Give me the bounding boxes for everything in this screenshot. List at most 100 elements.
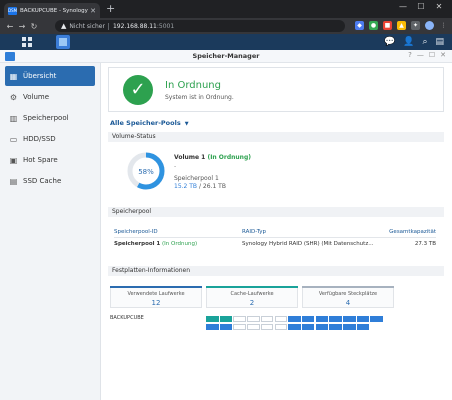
stat-value: 12 bbox=[151, 299, 161, 307]
window-title: Speicher-Manager bbox=[192, 52, 260, 60]
sidebar-item-hdd-ssd[interactable]: ▭ HDD/SSD bbox=[5, 129, 95, 149]
sidebar: ▦ Übersicht ⚙ Volume ▥ Speicherpool ▭ HD… bbox=[0, 63, 101, 400]
drive-bay-empty[interactable] bbox=[260, 323, 274, 330]
drive-bay-cache[interactable] bbox=[206, 316, 219, 322]
maximize-window-icon[interactable]: ☐ bbox=[429, 51, 435, 59]
volume-name-text: Volume 1 bbox=[174, 154, 206, 161]
stat-label: Verwendete Laufwerke bbox=[127, 291, 185, 297]
drive-bay-empty[interactable] bbox=[274, 323, 287, 330]
volume-used: 15.2 TB bbox=[174, 183, 198, 190]
main-content: ✓ In Ordnung System ist in Ordnung. Alle… bbox=[104, 63, 448, 400]
drive-bay-used[interactable] bbox=[315, 316, 329, 322]
volume-icon: ⚙ bbox=[9, 92, 18, 102]
close-app-icon[interactable]: ✕ bbox=[440, 51, 446, 59]
sidebar-item-label: SSD Cache bbox=[23, 177, 62, 185]
sidebar-item-hot-spare[interactable]: ▣ Hot Spare bbox=[5, 150, 95, 170]
drive-bay-used[interactable] bbox=[356, 316, 370, 322]
extension-icon[interactable]: ■ bbox=[383, 21, 392, 30]
drive-bay-empty[interactable] bbox=[274, 316, 287, 322]
browser-tab[interactable]: DSM BACKUPCUBE - Synology DiskSt ✕ bbox=[4, 3, 100, 18]
disk-stats: Verwendete Laufwerke 12 Cache-Laufwerke … bbox=[110, 286, 436, 308]
sidebar-item-ssd-cache[interactable]: ▤ SSD Cache bbox=[5, 171, 95, 191]
window-controls: — ☐ ✕ bbox=[394, 2, 448, 11]
address-bar[interactable]: ▲ Nicht sicher 192.168.88.11 :5001 bbox=[55, 20, 345, 32]
sidebar-item-overview[interactable]: ▦ Übersicht bbox=[5, 66, 95, 86]
stat-value: 2 bbox=[249, 299, 255, 307]
extension-icon[interactable]: ◆ bbox=[355, 21, 364, 30]
sidebar-item-label: Hot Spare bbox=[23, 156, 58, 164]
extensions-puzzle-icon[interactable]: ✦ bbox=[411, 21, 420, 30]
drive-bay-empty[interactable] bbox=[260, 316, 274, 322]
user-icon[interactable]: 👤 bbox=[403, 36, 414, 48]
pool-filter-label: Alle Speicher-Pools bbox=[110, 119, 181, 127]
drive-bay-used[interactable] bbox=[343, 323, 356, 330]
drive-bay-used[interactable] bbox=[329, 316, 342, 322]
search-icon[interactable]: ⌕ bbox=[422, 36, 427, 48]
drive-bay-used[interactable] bbox=[315, 323, 329, 330]
new-tab-icon[interactable]: + bbox=[106, 3, 115, 15]
drive-bay-used[interactable] bbox=[219, 323, 233, 330]
volume-usage-ring: 58% bbox=[127, 152, 165, 190]
drive-bay-cache[interactable] bbox=[219, 316, 233, 322]
storage-manager-taskbar-icon[interactable] bbox=[56, 35, 70, 49]
help-icon[interactable]: ? bbox=[408, 51, 412, 59]
pool-filter-dropdown[interactable]: Alle Speicher-Pools ▼ bbox=[110, 119, 189, 127]
drive-bay-empty[interactable] bbox=[247, 323, 260, 330]
main-menu-icon[interactable] bbox=[22, 37, 32, 47]
volume-pool: Speicherpool 1 bbox=[174, 175, 219, 182]
profile-avatar-icon[interactable] bbox=[425, 21, 434, 30]
nas-name: BACKUPCUBE bbox=[110, 315, 144, 321]
stat-value: 4 bbox=[345, 299, 351, 307]
volume-size: 15.2 TB / 26.1 TB bbox=[174, 183, 226, 190]
pool-name: Speicherpool 1 bbox=[114, 241, 161, 247]
used-drives-card[interactable]: Verwendete Laufwerke 12 bbox=[110, 286, 202, 308]
drive-bay-used[interactable] bbox=[288, 323, 301, 330]
minimize-window-icon[interactable]: — bbox=[417, 51, 424, 59]
hot-spare-icon: ▣ bbox=[9, 155, 18, 165]
drive-bay-used[interactable] bbox=[301, 316, 315, 322]
volume-name[interactable]: Volume 1 (In Ordnung) bbox=[174, 154, 251, 161]
widgets-icon[interactable]: ▤ bbox=[435, 36, 444, 48]
system-status-panel: ✓ In Ordnung System ist in Ordnung. bbox=[108, 67, 444, 112]
extension-icons: ◆ ● ■ ▲ ✦ ⋮ bbox=[355, 21, 448, 30]
sidebar-item-volume[interactable]: ⚙ Volume bbox=[5, 87, 95, 107]
drive-bay-used[interactable] bbox=[343, 316, 356, 322]
maximize-icon[interactable]: ☐ bbox=[412, 2, 430, 11]
browser-tabstrip: DSM BACKUPCUBE - Synology DiskSt ✕ + — ☐… bbox=[0, 0, 452, 18]
tab-close-icon[interactable]: ✕ bbox=[90, 7, 96, 15]
close-window-icon[interactable]: ✕ bbox=[430, 2, 448, 11]
drive-bay-empty[interactable] bbox=[233, 323, 246, 330]
available-slots-card[interactable]: Verfügbare Steckplätze 4 bbox=[302, 286, 394, 308]
column-capacity: Gesamtkapazität bbox=[389, 229, 436, 235]
notifications-icon[interactable]: 💬 bbox=[384, 36, 395, 48]
back-icon[interactable]: ← bbox=[4, 22, 16, 31]
minimize-icon[interactable]: — bbox=[394, 2, 412, 11]
stat-label: Cache-Laufwerke bbox=[230, 291, 274, 297]
cache-drives-card[interactable]: Cache-Laufwerke 2 bbox=[206, 286, 298, 308]
warning-icon[interactable]: ▲ bbox=[61, 22, 66, 30]
extension-icon[interactable]: ● bbox=[369, 21, 378, 30]
sidebar-item-label: Volume bbox=[23, 93, 50, 101]
menu-dots-icon[interactable]: ⋮ bbox=[439, 21, 448, 30]
extension-icon[interactable]: ▲ bbox=[397, 21, 406, 30]
url-port: :5001 bbox=[156, 22, 175, 30]
drive-bay-used[interactable] bbox=[329, 323, 342, 330]
ssd-cache-icon: ▤ bbox=[9, 176, 18, 186]
drive-bay-used[interactable] bbox=[370, 316, 383, 322]
reload-icon[interactable]: ↻ bbox=[28, 22, 40, 31]
dsm-taskbar-right: 💬 👤 ⌕ ▤ bbox=[384, 36, 444, 48]
drive-bay-used[interactable] bbox=[301, 323, 315, 330]
url-host: 192.168.88.11 bbox=[112, 22, 157, 30]
drive-bay-used[interactable] bbox=[288, 316, 301, 322]
drive-bay-empty[interactable] bbox=[247, 316, 260, 322]
sidebar-item-storage-pool[interactable]: ▥ Speicherpool bbox=[5, 108, 95, 128]
drive-bay-used[interactable] bbox=[206, 323, 219, 330]
checkmark-icon: ✓ bbox=[123, 75, 153, 105]
drive-bay-used[interactable] bbox=[356, 323, 370, 330]
raid-type-cell: Synology Hybrid RAID (SHR) (Mit Datensch… bbox=[242, 241, 374, 247]
column-pool-id: Speicherpool-ID bbox=[114, 229, 158, 235]
storage-pool-header: Speicherpool bbox=[108, 207, 444, 217]
forward-icon[interactable]: → bbox=[16, 22, 28, 31]
drive-bay-empty[interactable] bbox=[233, 316, 246, 322]
storage-pool-icon: ▥ bbox=[9, 113, 18, 123]
